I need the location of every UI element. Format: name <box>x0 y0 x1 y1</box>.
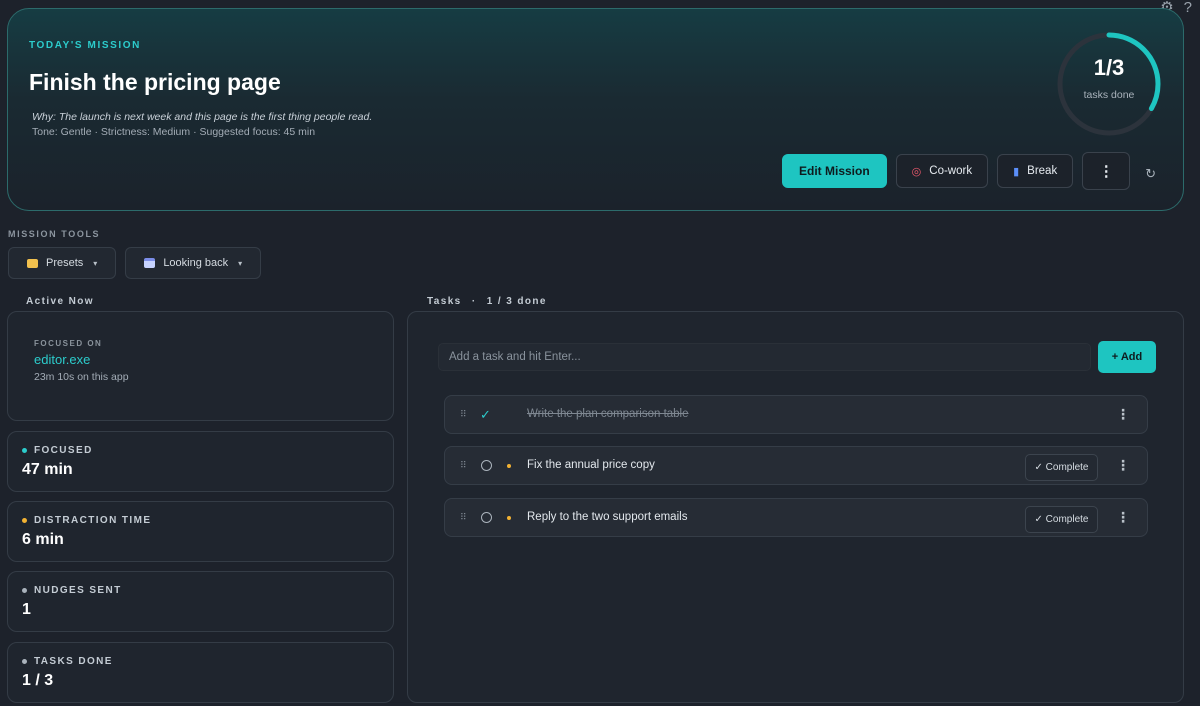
door-icon: ▮ <box>1013 165 1020 178</box>
tasks-panel: + Add ⠿ ✓ Write the plan comparison tabl… <box>407 311 1184 703</box>
task-row[interactable]: ⠿ Fix the annual price copy ✓ Complete ⋮ <box>444 446 1148 485</box>
complete-task-button[interactable]: ✓ Complete <box>1025 506 1098 533</box>
focused-on-label: FOCUSED ON <box>34 339 103 348</box>
caret-down-icon: ▾ <box>93 258 98 268</box>
task-row[interactable]: ⠿ ✓ Write the plan comparison table ⋮ <box>444 395 1148 434</box>
progress-ring: 1/3 tasks done <box>1054 29 1164 139</box>
focused-on-card: FOCUSED ON editor.exe 23m 10s on this ap… <box>7 311 394 421</box>
tasks-label: Tasks <box>427 296 462 307</box>
target-icon: ◎ <box>911 165 922 178</box>
stat-label-text: NUDGES SENT <box>34 585 122 596</box>
stat-label: TASKS DONE <box>22 656 113 667</box>
add-task-input[interactable] <box>438 343 1091 371</box>
task-row[interactable]: ⠿ Reply to the two support emails ✓ Comp… <box>444 498 1148 537</box>
tasks-separator: · <box>471 296 477 307</box>
stat-focused: FOCUSED 47 min <box>7 431 394 492</box>
task-more-icon[interactable]: ⋮ <box>1116 509 1130 526</box>
edit-mission-button[interactable]: Edit Mission <box>782 154 887 188</box>
status-dot <box>22 588 27 593</box>
refresh-icon[interactable]: ↻ <box>1145 166 1156 182</box>
folder-icon <box>27 258 38 268</box>
progress-count: 1/3 <box>1093 55 1125 80</box>
drag-handle-icon[interactable]: ⠿ <box>460 512 467 523</box>
task-text: Write the plan comparison table <box>527 408 689 420</box>
break-button[interactable]: ▮ Break <box>997 154 1074 188</box>
status-dot <box>22 518 27 523</box>
task-checkbox[interactable] <box>481 460 492 471</box>
task-more-icon[interactable]: ⋮ <box>1116 406 1130 423</box>
mission-meta: Tone: Gentle · Strictness: Medium · Sugg… <box>32 126 316 138</box>
presets-label: Presets <box>46 257 84 269</box>
mission-tools: Presets ▾ Looking back ▾ <box>8 247 262 279</box>
status-dot <box>22 659 27 664</box>
active-now-label: Active Now <box>26 296 94 307</box>
mission-actions: Edit Mission ◎ Co-work ▮ Break ⋮ ↻ <box>782 152 1156 190</box>
priority-dot <box>507 464 511 468</box>
mission-tools-label: MISSION TOOLS <box>8 229 101 239</box>
focused-app-time: 23m 10s on this app <box>34 371 129 383</box>
mission-kicker: TODAY'S MISSION <box>29 40 141 51</box>
stat-label: DISTRACTION TIME <box>22 515 151 526</box>
stat-label-text: DISTRACTION TIME <box>34 515 152 526</box>
tasks-count: 1 / 3 done <box>486 296 547 307</box>
progress-label: tasks done <box>1083 89 1135 101</box>
stat-value: 47 min <box>22 461 73 478</box>
stat-value: 6 min <box>22 531 64 548</box>
stat-distraction-time: DISTRACTION TIME 6 min <box>7 501 394 562</box>
task-checkbox[interactable] <box>481 512 492 523</box>
stat-label-text: FOCUSED <box>34 445 93 456</box>
cowork-button[interactable]: ◎ Co-work <box>895 154 989 188</box>
focused-app-name: editor.exe <box>34 352 91 367</box>
task-more-icon[interactable]: ⋮ <box>1116 457 1130 474</box>
stat-tasks-done: TASKS DONE 1 / 3 <box>7 642 394 703</box>
tasks-header: Tasks · 1 / 3 done <box>427 296 547 307</box>
stat-value: 1 <box>22 601 31 618</box>
mission-title: Finish the pricing page <box>29 69 281 95</box>
caret-down-icon: ▾ <box>238 258 243 268</box>
task-text: Fix the annual price copy <box>527 459 655 471</box>
status-dot <box>22 448 27 453</box>
looking-back-label: Looking back <box>163 257 229 269</box>
stat-nudges-sent: NUDGES SENT 1 <box>7 571 394 632</box>
presets-dropdown[interactable]: Presets ▾ <box>8 247 117 279</box>
mission-why: Why: The launch is next week and this pa… <box>32 111 373 123</box>
drag-handle-icon[interactable]: ⠿ <box>460 409 467 420</box>
looking-back-dropdown[interactable]: Looking back ▾ <box>125 247 262 279</box>
complete-task-button[interactable]: ✓ Complete <box>1025 454 1098 481</box>
drag-handle-icon[interactable]: ⠿ <box>460 460 467 471</box>
stat-label: FOCUSED <box>22 445 93 456</box>
priority-dot <box>507 516 511 520</box>
calendar-icon <box>144 258 156 268</box>
task-text: Reply to the two support emails <box>527 511 688 523</box>
stat-value: 1 / 3 <box>22 672 54 689</box>
stat-label-text: TASKS DONE <box>34 656 113 667</box>
mission-card: TODAY'S MISSION Finish the pricing page … <box>7 8 1184 211</box>
stat-label: NUDGES SENT <box>22 585 122 596</box>
progress-ring-graphic <box>1057 32 1161 136</box>
cowork-label: Co-work <box>929 165 973 177</box>
add-task-button[interactable]: + Add <box>1098 341 1156 373</box>
mission-more-button[interactable]: ⋮ <box>1082 152 1131 190</box>
help-icon[interactable]: ? <box>1184 0 1192 15</box>
check-icon[interactable]: ✓ <box>480 407 491 423</box>
break-label: Break <box>1027 165 1058 177</box>
